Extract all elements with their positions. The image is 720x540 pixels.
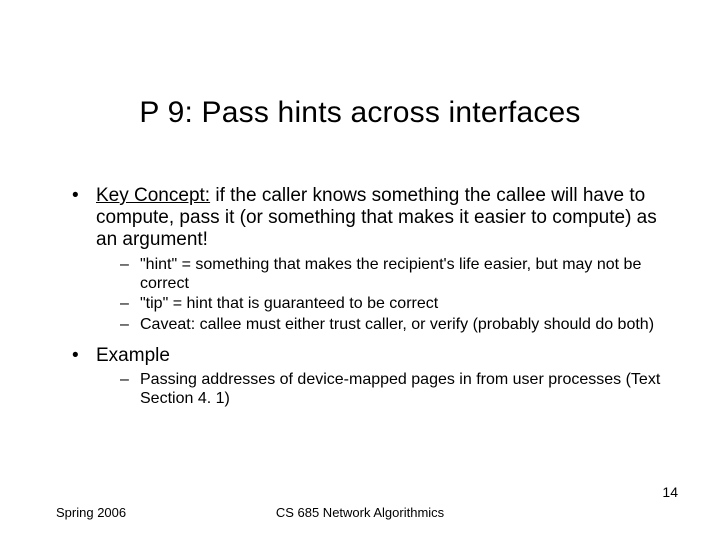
key-concept-label: Key Concept: bbox=[96, 185, 210, 206]
example-label: Example bbox=[96, 345, 170, 366]
footer-center: CS 685 Network Algorithmics bbox=[0, 505, 720, 520]
key-concept-sublist: "hint" = something that makes the recipi… bbox=[96, 256, 662, 336]
slide-body: Key Concept: if the caller knows somethi… bbox=[72, 185, 662, 419]
slide-title: P 9: Pass hints across interfaces bbox=[0, 96, 720, 130]
example-sublist: Passing addresses of device-mapped pages… bbox=[96, 371, 662, 409]
sub-bullet: Passing addresses of device-mapped pages… bbox=[120, 371, 662, 409]
bullet-key-concept: Key Concept: if the caller knows somethi… bbox=[72, 185, 662, 335]
page-number: 14 bbox=[662, 484, 678, 500]
bullet-list: Key Concept: if the caller knows somethi… bbox=[72, 185, 662, 409]
sub-bullet: "hint" = something that makes the recipi… bbox=[120, 256, 662, 294]
sub-bullet: Caveat: callee must either trust caller,… bbox=[120, 316, 662, 335]
sub-bullet: "tip" = hint that is guaranteed to be co… bbox=[120, 295, 662, 314]
bullet-example: Example Passing addresses of device-mapp… bbox=[72, 345, 662, 409]
slide: P 9: Pass hints across interfaces Key Co… bbox=[0, 0, 720, 540]
